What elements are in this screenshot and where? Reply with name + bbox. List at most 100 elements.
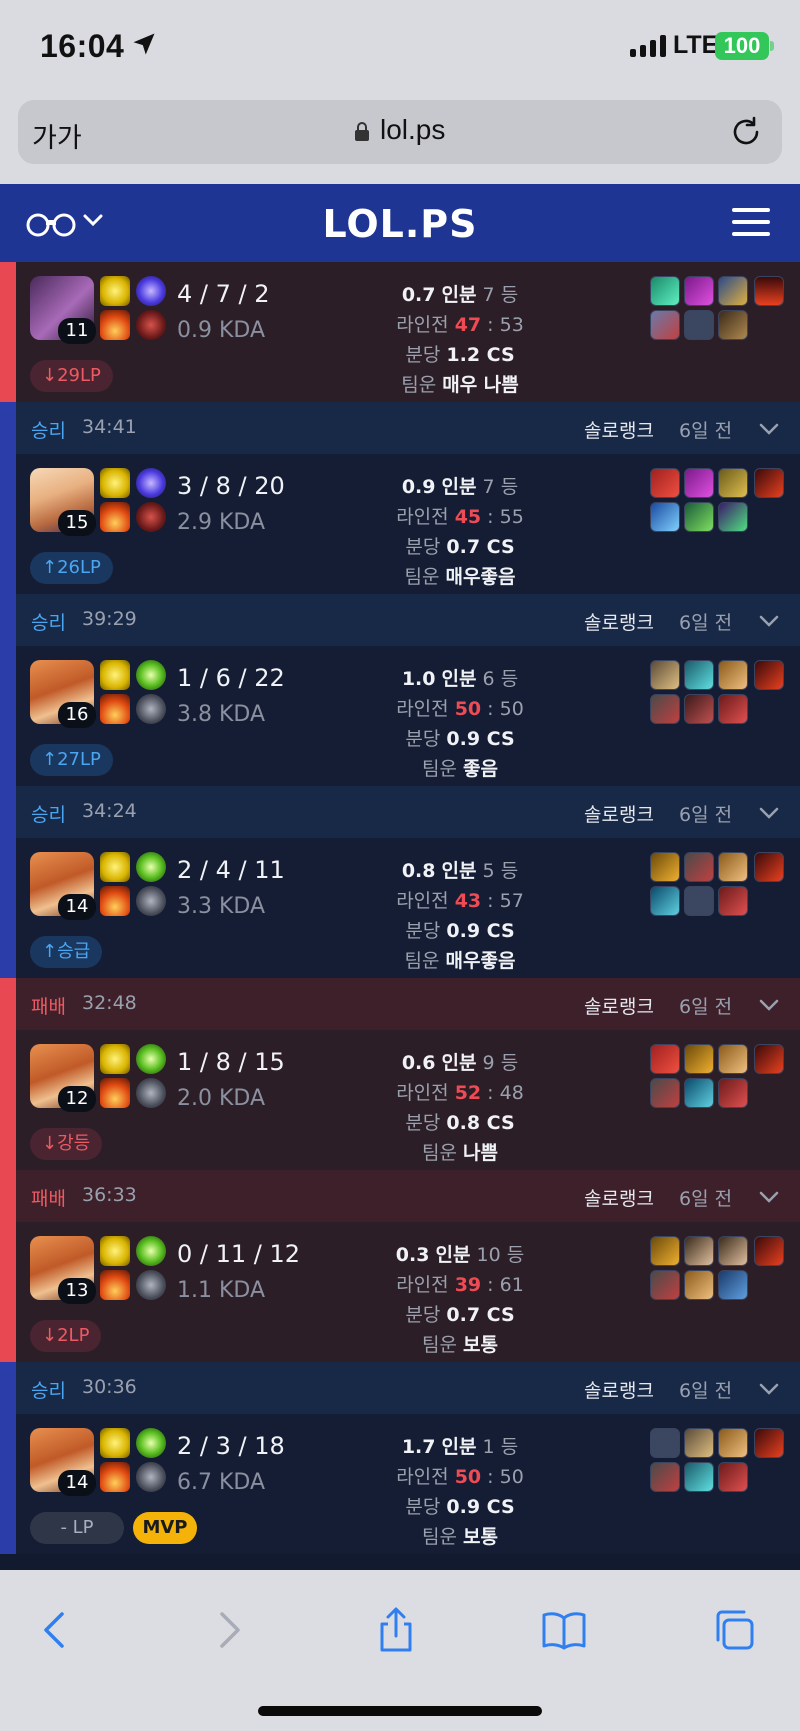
secondary-rune-icon xyxy=(136,694,166,724)
cellular-signal-icon xyxy=(630,33,666,57)
status-time: 16:04 xyxy=(40,28,125,64)
kda-ratio: 2.0 KDA xyxy=(177,1086,266,1111)
result-stripe xyxy=(0,1170,16,1362)
item-icon xyxy=(718,852,748,882)
chevron-down-icon[interactable] xyxy=(758,614,780,628)
chevron-down-icon[interactable] xyxy=(758,422,780,436)
trinket-icon xyxy=(754,660,784,690)
kill-participation-row: 0.3 인분 10 등 xyxy=(395,1244,525,1266)
chevron-down-icon[interactable] xyxy=(758,806,780,820)
item-icon xyxy=(718,660,748,690)
chevron-down-icon[interactable] xyxy=(758,1190,780,1204)
lock-icon xyxy=(355,122,369,141)
team-luck-row: 팀운 좋음 xyxy=(422,758,498,780)
trinket-icon xyxy=(754,852,784,882)
address-bar[interactable]: 가가 lol.ps xyxy=(18,100,782,164)
site-logo[interactable]: LOL.PS xyxy=(0,202,800,246)
queue-type: 솔로랭크 xyxy=(584,1188,654,1210)
match-card[interactable]: 패배 32:48 솔로랭크 6일 전 12 1 / 8 / 15 2.0 KDA… xyxy=(0,978,800,1170)
champion-level: 13 xyxy=(58,1278,96,1304)
champion-level: 16 xyxy=(58,702,96,728)
team-luck-row: 팀운 매우 나쁨 xyxy=(401,374,519,396)
url-text[interactable]: lol.ps xyxy=(380,114,445,146)
forward-icon[interactable] xyxy=(204,1606,252,1654)
match-card[interactable]: 승리 34:24 솔로랭크 6일 전 14 2 / 4 / 11 3.3 KDA… xyxy=(0,786,800,978)
item-icon xyxy=(718,310,748,340)
item-icon xyxy=(718,1428,748,1458)
item-icon xyxy=(718,276,748,306)
match-result: 패배 xyxy=(31,1188,66,1210)
reload-icon[interactable] xyxy=(728,114,764,150)
flash-spell-icon xyxy=(100,1428,130,1458)
kda-ratio: 1.1 KDA xyxy=(177,1278,266,1303)
battery-indicator: 100 xyxy=(715,32,769,60)
item-icon xyxy=(718,1044,748,1074)
item-icon xyxy=(650,886,680,916)
item-icon xyxy=(718,1236,748,1266)
arrow-up-icon: ↑ xyxy=(42,749,58,770)
match-header: 승리 39:29 솔로랭크 6일 전 xyxy=(0,594,800,646)
match-card[interactable]: 승리 30:36 솔로랭크 6일 전 14 2 / 3 / 18 6.7 KDA… xyxy=(0,1362,800,1554)
result-stripe xyxy=(0,594,16,786)
match-duration: 36:33 xyxy=(82,1184,137,1206)
lp-change-badge: ↓강등 xyxy=(30,1128,103,1160)
match-card[interactable]: 패배 36:33 솔로랭크 6일 전 13 0 / 11 / 12 1.1 KD… xyxy=(0,1170,800,1362)
match-result: 승리 xyxy=(31,420,66,442)
ignite-spell-icon xyxy=(100,694,130,724)
ignite-spell-icon xyxy=(100,1078,130,1108)
chevron-down-icon[interactable] xyxy=(758,1382,780,1396)
match-card-partial[interactable]: 11 4 / 7 / 2 0.9 KDA ↓29LP 0.7 인분 7 등 라인… xyxy=(0,262,800,402)
kill-participation-row: 0.9 인분 7 등 xyxy=(401,476,519,498)
trinket-icon xyxy=(754,468,784,498)
item-icon xyxy=(684,660,714,690)
queue-type: 솔로랭크 xyxy=(584,1380,654,1402)
kda-score: 4 / 7 / 2 xyxy=(177,280,270,308)
item-icon xyxy=(650,694,680,724)
item-icon xyxy=(650,1236,680,1266)
empty-item-slot xyxy=(684,886,714,916)
team-luck-row: 팀운 나쁨 xyxy=(422,1142,498,1164)
match-card[interactable]: 승리 39:29 솔로랭크 6일 전 16 1 / 6 / 22 3.8 KDA… xyxy=(0,594,800,786)
trinket-icon xyxy=(754,1044,784,1074)
item-icon xyxy=(650,660,680,690)
secondary-rune-icon xyxy=(136,1078,166,1108)
lp-change-badge: ↑27LP xyxy=(30,744,113,776)
kda-ratio: 0.9 KDA xyxy=(177,318,266,343)
item-icon xyxy=(684,1270,714,1300)
keystone-rune-icon xyxy=(136,468,166,498)
item-icon xyxy=(650,1044,680,1074)
bookmarks-icon[interactable] xyxy=(540,1606,588,1654)
match-duration: 39:29 xyxy=(82,608,137,630)
kill-participation-row: 1.7 인분 1 등 xyxy=(401,1436,519,1458)
chevron-down-icon[interactable] xyxy=(758,998,780,1012)
kda-score: 1 / 6 / 22 xyxy=(177,664,285,692)
flash-spell-icon xyxy=(100,1044,130,1074)
kill-participation-row: 0.8 인분 5 등 xyxy=(401,860,519,882)
keystone-rune-icon xyxy=(136,852,166,882)
champion-level: 11 xyxy=(58,318,96,344)
network-type: LTE xyxy=(673,31,719,59)
match-result: 승리 xyxy=(31,1380,66,1402)
hamburger-menu-icon[interactable] xyxy=(732,208,770,238)
share-icon[interactable] xyxy=(372,1606,420,1654)
match-result: 패배 xyxy=(31,996,66,1018)
champion-level: 14 xyxy=(58,894,96,920)
tabs-icon[interactable] xyxy=(710,1606,758,1654)
team-luck-row: 팀운 매우좋음 xyxy=(404,950,516,972)
location-arrow-icon xyxy=(133,33,155,55)
text-size-button[interactable]: 가가 xyxy=(32,116,82,155)
kda-score: 2 / 3 / 18 xyxy=(177,1432,285,1460)
lp-change-badge: - LP xyxy=(30,1512,124,1544)
match-card[interactable]: 승리 34:41 솔로랭크 6일 전 15 3 / 8 / 20 2.9 KDA… xyxy=(0,402,800,594)
champion-level: 15 xyxy=(58,510,96,536)
team-luck-row: 팀운 매우좋음 xyxy=(404,566,516,588)
item-icon xyxy=(684,1078,714,1108)
back-icon[interactable] xyxy=(32,1606,80,1654)
queue-type: 솔로랭크 xyxy=(584,996,654,1018)
kda-score: 3 / 8 / 20 xyxy=(177,472,285,500)
cs-per-min-row: 분당 1.2 CS xyxy=(405,344,515,366)
match-header: 승리 30:36 솔로랭크 6일 전 xyxy=(0,1362,800,1414)
browser-toolbar xyxy=(0,1570,800,1731)
lp-change-value: 강등 xyxy=(57,1133,91,1154)
match-history-list: 11 4 / 7 / 2 0.9 KDA ↓29LP 0.7 인분 7 등 라인… xyxy=(0,262,800,1570)
